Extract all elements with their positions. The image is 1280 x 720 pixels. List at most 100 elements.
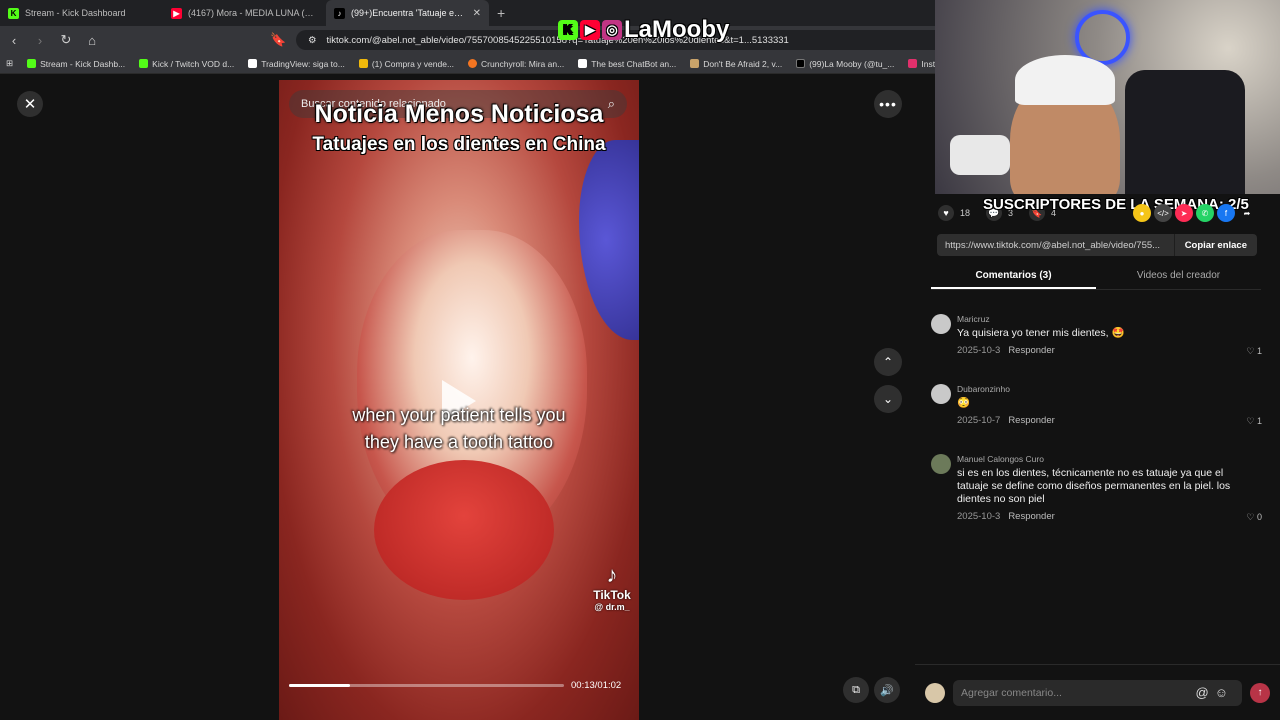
back-icon[interactable]: ‹ — [6, 33, 22, 48]
video-link[interactable]: https://www.tiktok.com/@abel.not_able/vi… — [937, 240, 1174, 251]
new-tab-button[interactable]: + — [489, 5, 513, 21]
tab-title: Stream - Kick Dashboard — [25, 8, 126, 18]
volume-icon: 🔊 — [880, 684, 894, 697]
bookmark-item[interactable]: Crunchyroll: Mira an... — [468, 59, 564, 69]
bookmark-item[interactable]: (1) Compra y vende... — [358, 59, 454, 69]
kick-icon: K — [8, 7, 19, 19]
video-player[interactable]: Buscar contenido relacionado ⌕ Noticia M… — [279, 80, 639, 720]
webcam-overlay — [935, 0, 1280, 194]
kick-icon: K — [558, 20, 578, 40]
share-arrow-icon[interactable]: ➦ — [1238, 204, 1256, 222]
video-progress-bar[interactable] — [289, 684, 564, 687]
microphone — [950, 135, 1010, 175]
reply-button[interactable]: Responder — [1008, 511, 1054, 522]
comment-text: Ya quisiera yo tener mis dientes, 🤩 — [957, 327, 1125, 339]
comment-user[interactable]: Maricruz — [957, 314, 1247, 324]
home-icon[interactable]: ⌂ — [84, 33, 100, 48]
send-icon[interactable]: ➤ — [1175, 204, 1193, 222]
previous-video-button[interactable]: ⌃ — [874, 348, 902, 376]
site-info-icon[interactable]: ⚙ — [308, 35, 317, 46]
comment-like[interactable]: ♡ 0 — [1246, 512, 1262, 523]
tiktok-logo-icon: ♪ — [606, 562, 618, 587]
tab-creator-videos[interactable]: Videos del creador — [1096, 264, 1261, 289]
tab-title: (99+)Encuentra 'Tatuaje en lo — [351, 8, 467, 18]
game-icon — [690, 59, 700, 68]
mention-emoji-icons[interactable]: @☺ — [1196, 685, 1234, 700]
heart-outline-icon: ♡ — [1246, 346, 1255, 356]
tab-comments[interactable]: Comentarios (3) — [931, 264, 1096, 289]
volume-button[interactable]: 🔊 — [874, 677, 900, 703]
comment-like[interactable]: ♡ 1 — [1246, 346, 1262, 357]
heart-icon[interactable]: ♥ — [938, 205, 954, 221]
bookmark-item[interactable]: The best ChatBot an... — [578, 59, 676, 69]
bookmark-item[interactable]: Don't Be Afraid 2, v... — [690, 59, 782, 69]
tradingview-icon — [248, 59, 258, 68]
brand-name: LaMooby — [624, 16, 730, 43]
facebook-icon[interactable]: f — [1217, 204, 1235, 222]
cap — [1015, 55, 1115, 105]
caption-line: they have a tooth tattoo — [364, 432, 554, 452]
caption-line: when your patient tells you — [352, 405, 566, 425]
avatar[interactable] — [931, 314, 951, 334]
whatsapp-icon[interactable]: ✆ — [1196, 204, 1214, 222]
more-options-button[interactable]: ••• — [874, 90, 902, 118]
video-frame-glove — [579, 140, 639, 340]
video-title-overlay: Noticia Menos Noticiosa — [314, 100, 604, 128]
watermark-brand: TikTok — [593, 588, 631, 602]
ellipsis-icon: ••• — [879, 96, 897, 112]
reload-icon[interactable]: ↻ — [58, 32, 74, 48]
comment-input[interactable]: Agregar comentario... @☺ — [953, 679, 1242, 706]
video-frame-tongue — [374, 460, 554, 600]
video-subtitle-overlay: Tatuajes en los dientes en China — [312, 134, 606, 155]
browser-tab-tiktok[interactable]: ♪ (99+)Encuentra 'Tatuaje en lo ✕ — [326, 0, 489, 26]
forward-icon[interactable]: › — [32, 33, 48, 48]
comment-date: 2025-10-7 — [957, 415, 1001, 426]
send-comment-button[interactable]: ↑ — [1250, 682, 1270, 703]
comment-text: 😳 — [957, 397, 971, 409]
browser-tab-youtube[interactable]: ▶ (4167) Mora - MEDIA LUNA (Visualiz — [163, 0, 326, 26]
avatar[interactable] — [931, 454, 951, 474]
avatar[interactable] — [931, 384, 951, 404]
comment-user[interactable]: Dubaronzinho — [957, 384, 1247, 394]
browser-tab-kick[interactable]: K Stream - Kick Dashboard — [0, 0, 163, 26]
comment-text: si es en los dientes, técnicamente no es… — [957, 467, 1231, 505]
coin-icon[interactable]: ● — [1133, 204, 1151, 222]
heart-outline-icon: ♡ — [1246, 512, 1255, 522]
reply-button[interactable]: Responder — [1008, 345, 1054, 356]
crunchyroll-icon — [468, 59, 478, 68]
gaming-chair — [1125, 70, 1245, 194]
comment-user[interactable]: Manuel Calongos Curo — [957, 454, 1247, 464]
pip-button[interactable]: ⧉ — [843, 677, 869, 703]
like-count: 18 — [960, 208, 971, 218]
next-video-button[interactable]: ⌄ — [874, 385, 902, 413]
bookmark-item[interactable]: Kick / Twitch VOD d... — [139, 59, 234, 69]
arrow-up-icon: ↑ — [1257, 687, 1263, 698]
tab-title: (4167) Mora - MEDIA LUNA (Visualiz — [188, 8, 318, 18]
comment-like[interactable]: ♡ 1 — [1246, 416, 1262, 427]
video-stage: ✕ ••• ⌃ ⌄ Buscar contenido relacionado ⌕… — [0, 74, 915, 720]
copy-link-box: https://www.tiktok.com/@abel.not_able/vi… — [937, 234, 1257, 256]
embed-icon[interactable]: </> — [1154, 204, 1172, 222]
close-tab-icon[interactable]: ✕ — [473, 8, 481, 19]
side-tabs: Comentarios (3) Videos del creador — [931, 264, 1261, 290]
bookmark-item[interactable]: (99)La Mooby (@tu_... — [796, 59, 894, 69]
pip-icon: ⧉ — [852, 683, 860, 696]
youtube-icon: ▶ — [580, 20, 600, 40]
chevron-down-icon: ⌄ — [882, 392, 894, 406]
avatar — [925, 682, 945, 703]
video-time: 00:13/01:02 — [571, 680, 622, 691]
comment-placeholder: Agregar comentario... — [961, 686, 1062, 699]
apps-icon[interactable]: ⊞ — [6, 58, 13, 69]
kick-icon — [139, 59, 149, 68]
reply-button[interactable]: Responder — [1008, 415, 1054, 426]
stream-brand: K ▶ ◎ LaMooby — [558, 16, 729, 44]
tiktok-icon — [796, 59, 806, 68]
share-icons: ● </> ➤ ✆ f ➦ — [1133, 204, 1256, 222]
close-icon: ✕ — [23, 96, 37, 113]
copy-link-button[interactable]: Copiar enlace — [1173, 234, 1257, 256]
close-button[interactable]: ✕ — [17, 91, 43, 117]
bookmark-item[interactable]: TradingView: siga to... — [248, 59, 345, 69]
bookmark-item[interactable]: Stream - Kick Dashb... — [27, 59, 125, 69]
bookmark-icon[interactable]: 🔖 — [270, 32, 286, 48]
comment-date: 2025-10-3 — [957, 511, 1001, 522]
